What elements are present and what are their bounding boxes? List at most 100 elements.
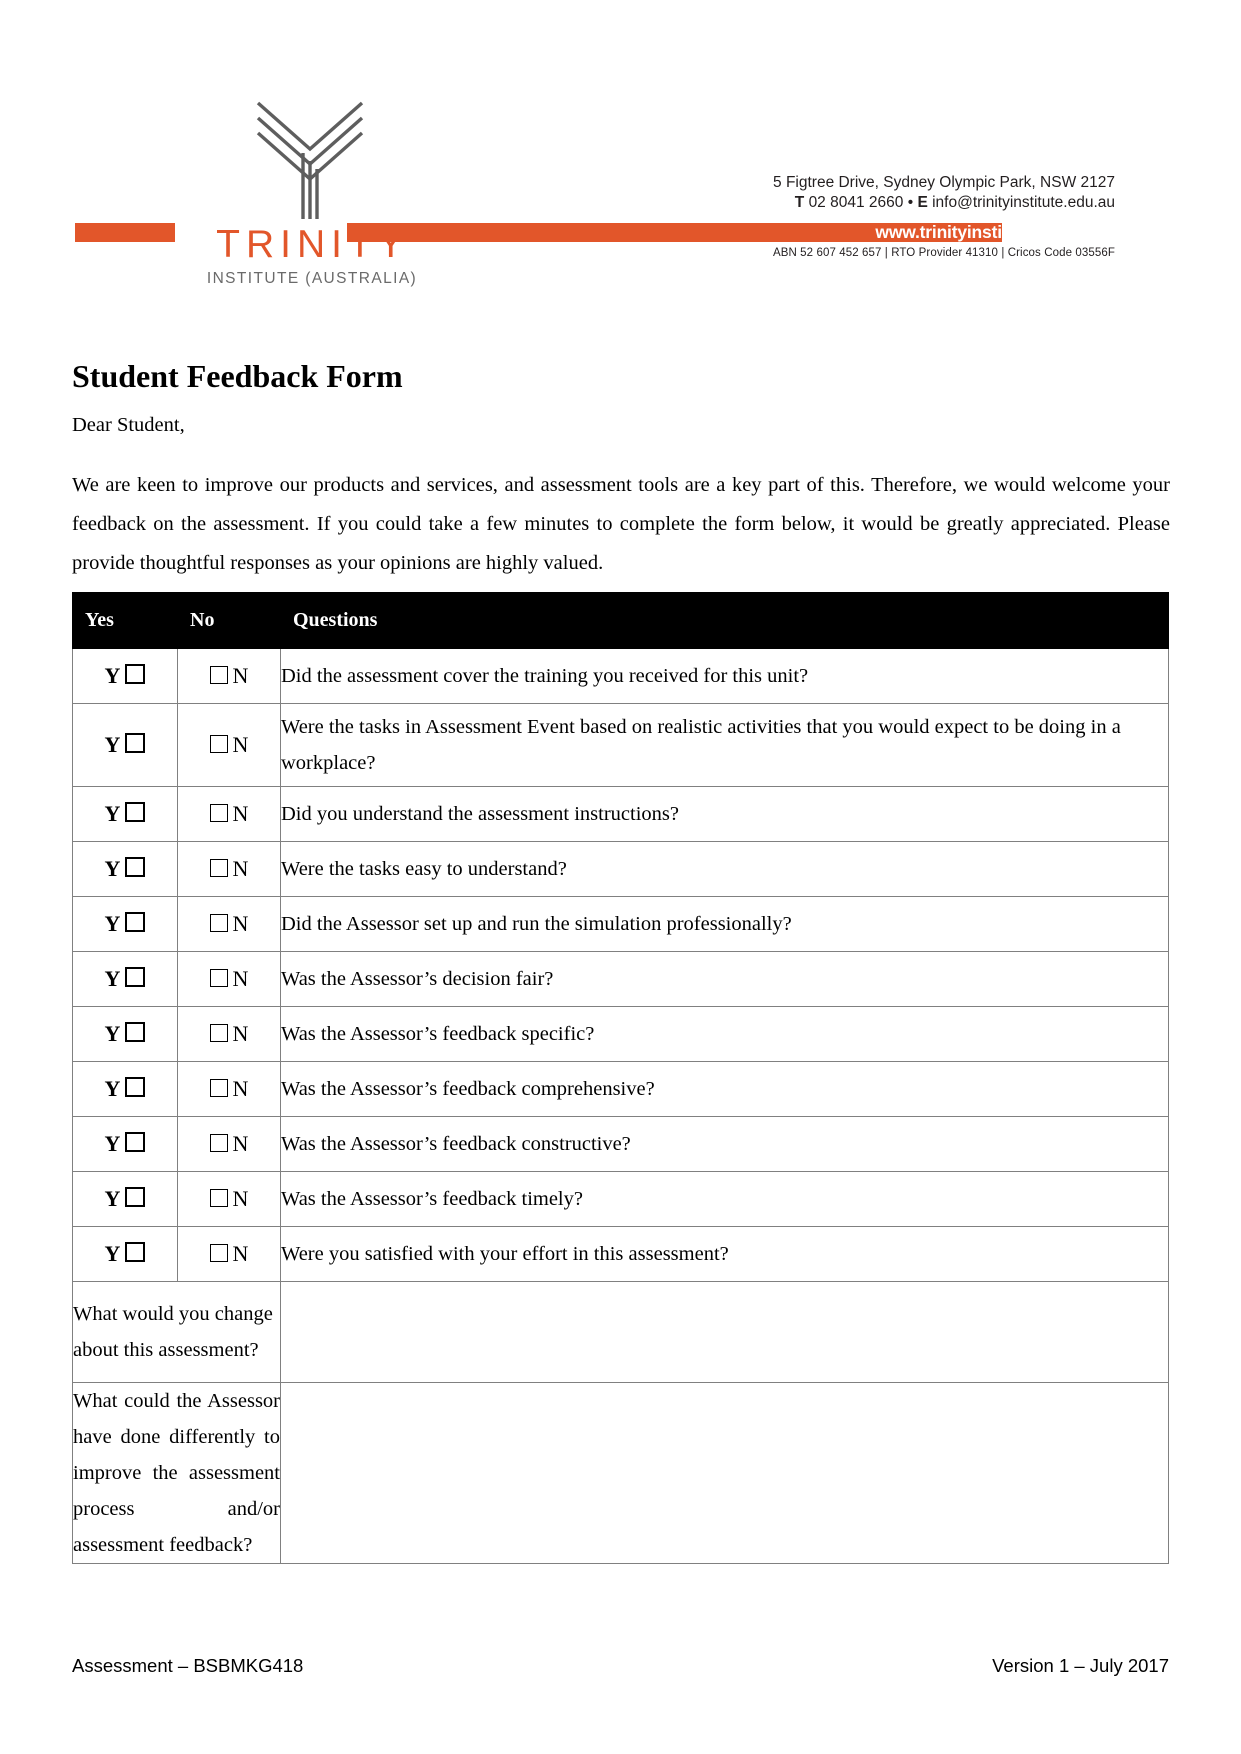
question-text: Did the assessment cover the training yo… bbox=[280, 648, 1169, 704]
abn-rto-cricos-line: ABN 52 607 452 657 | RTO Provider 41310 … bbox=[772, 247, 1115, 259]
email-address: info@trinityinstitute.edu.au bbox=[932, 194, 1115, 211]
open-question-answer-field[interactable] bbox=[280, 1382, 1169, 1564]
no-checkbox-icon[interactable] bbox=[209, 1024, 228, 1042]
phone-number: 02 8041 2660 bbox=[808, 194, 904, 211]
yes-checkbox-cell[interactable]: Y bbox=[72, 1061, 178, 1117]
yes-checkbox-cell[interactable]: Y bbox=[72, 841, 178, 897]
trinity-chevron-logo-icon bbox=[256, 101, 364, 219]
yes-checkbox-cell[interactable]: Y bbox=[72, 1006, 178, 1062]
no-checkbox-icon[interactable] bbox=[209, 666, 228, 684]
no-checkbox-icon[interactable] bbox=[209, 969, 228, 987]
no-checkbox-icon[interactable] bbox=[209, 1189, 228, 1207]
open-question-label: What could the Assessor have done differ… bbox=[72, 1382, 281, 1564]
no-checkbox-icon[interactable] bbox=[209, 804, 228, 822]
table-row: Y N Did the assessment cover the trainin… bbox=[72, 648, 1169, 704]
table-row: Y N Were the tasks in Assessment Event b… bbox=[72, 703, 1169, 787]
page-footer: Assessment – BSBMKG418 Version 1 – July … bbox=[72, 1655, 1169, 1677]
no-checkbox-cell[interactable]: N bbox=[177, 786, 281, 842]
page-title: Student Feedback Form bbox=[72, 358, 403, 395]
letterhead: TRINITY INSTITUTE (AUSTRALIA) 5 Figtree … bbox=[75, 95, 1115, 295]
question-text: Were you satisfied with your effort in t… bbox=[280, 1226, 1169, 1282]
table-row: Y N Was the Assessor’s decision fair? bbox=[72, 951, 1169, 1007]
no-label: N bbox=[232, 856, 249, 881]
no-checkbox-cell[interactable]: N bbox=[177, 1226, 281, 1282]
open-question-answer-field[interactable] bbox=[280, 1281, 1169, 1383]
no-checkbox-icon[interactable] bbox=[209, 1134, 228, 1152]
email-label: E bbox=[917, 194, 928, 211]
yes-checkbox-icon[interactable] bbox=[125, 1077, 146, 1097]
no-checkbox-icon[interactable] bbox=[209, 859, 228, 877]
yes-checkbox-icon[interactable] bbox=[125, 912, 146, 932]
yes-checkbox-cell[interactable]: Y bbox=[72, 1171, 178, 1227]
table-header: Yes No Questions bbox=[72, 592, 1169, 649]
yes-label: Y bbox=[104, 801, 121, 826]
no-checkbox-cell[interactable]: N bbox=[177, 1171, 281, 1227]
yes-checkbox-icon[interactable] bbox=[125, 1132, 146, 1152]
yes-label: Y bbox=[104, 1076, 121, 1101]
yes-label: Y bbox=[104, 1241, 121, 1266]
header-questions: Questions bbox=[280, 592, 1169, 649]
table-row: Y N Were you satisfied with your effort … bbox=[72, 1226, 1169, 1282]
yes-checkbox-cell[interactable]: Y bbox=[72, 703, 178, 787]
no-checkbox-icon[interactable] bbox=[209, 735, 228, 753]
table-row: Y N Were the tasks easy to understand? bbox=[72, 841, 1169, 897]
question-text: Was the Assessor’s feedback specific? bbox=[280, 1006, 1169, 1062]
table-row: Y N Was the Assessor’s feedback timely? bbox=[72, 1171, 1169, 1227]
question-text: Was the Assessor’s decision fair? bbox=[280, 951, 1169, 1007]
yes-checkbox-cell[interactable]: Y bbox=[72, 896, 178, 952]
no-checkbox-cell[interactable]: N bbox=[177, 896, 281, 952]
no-checkbox-cell[interactable]: N bbox=[177, 648, 281, 704]
yes-checkbox-cell[interactable]: Y bbox=[72, 951, 178, 1007]
footer-version: Version 1 – July 2017 bbox=[992, 1655, 1169, 1676]
logo-subtitle: INSTITUTE (AUSTRALIA) bbox=[206, 269, 418, 287]
no-checkbox-cell[interactable]: N bbox=[177, 703, 281, 787]
no-checkbox-cell[interactable]: N bbox=[177, 1061, 281, 1117]
no-checkbox-cell[interactable]: N bbox=[177, 1006, 281, 1062]
table-row: Y N Was the Assessor’s feedback specific… bbox=[72, 1006, 1169, 1062]
yes-checkbox-icon[interactable] bbox=[125, 733, 146, 753]
yes-checkbox-icon[interactable] bbox=[125, 802, 146, 822]
yes-label: Y bbox=[104, 732, 121, 757]
yes-checkbox-icon[interactable] bbox=[125, 1022, 146, 1042]
website-url[interactable]: www.trinityinstitute.edu.au bbox=[875, 223, 1093, 242]
no-label: N bbox=[232, 966, 249, 991]
table-header-row: Yes No Questions bbox=[72, 592, 1169, 649]
yes-checkbox-icon[interactable] bbox=[125, 1187, 146, 1207]
yes-checkbox-icon[interactable] bbox=[125, 664, 146, 684]
no-label: N bbox=[232, 732, 249, 757]
yes-label: Y bbox=[104, 1131, 121, 1156]
yes-checkbox-cell[interactable]: Y bbox=[72, 1116, 178, 1172]
table-row: Y N Was the Assessor’s feedback construc… bbox=[72, 1116, 1169, 1172]
open-question-row: What would you change about this assessm… bbox=[72, 1281, 1169, 1383]
no-label: N bbox=[232, 663, 249, 688]
no-checkbox-cell[interactable]: N bbox=[177, 841, 281, 897]
question-text: Was the Assessor’s feedback constructive… bbox=[280, 1116, 1169, 1172]
no-checkbox-icon[interactable] bbox=[209, 1079, 228, 1097]
salutation: Dear Student, bbox=[72, 414, 185, 436]
yes-checkbox-cell[interactable]: Y bbox=[72, 1226, 178, 1282]
header-no: No bbox=[177, 592, 281, 649]
table-row: Y N Was the Assessor’s feedback comprehe… bbox=[72, 1061, 1169, 1117]
yes-checkbox-icon[interactable] bbox=[125, 857, 146, 877]
phone-email-line: T 02 8041 2660 • E info@trinityinstitute… bbox=[685, 193, 1115, 213]
table-row: Y N Did you understand the assessment in… bbox=[72, 786, 1169, 842]
no-label: N bbox=[232, 1021, 249, 1046]
yes-label: Y bbox=[104, 911, 121, 936]
no-checkbox-icon[interactable] bbox=[209, 914, 228, 932]
yes-checkbox-cell[interactable]: Y bbox=[72, 786, 178, 842]
footer-assessment-code: Assessment – BSBMKG418 bbox=[72, 1655, 304, 1676]
no-checkbox-cell[interactable]: N bbox=[177, 1116, 281, 1172]
phone-label: T bbox=[794, 194, 805, 211]
yes-label: Y bbox=[104, 663, 121, 688]
feedback-table: Yes No Questions Y N Did the assessment … bbox=[72, 592, 1169, 1564]
yes-checkbox-icon[interactable] bbox=[125, 1242, 146, 1262]
no-checkbox-icon[interactable] bbox=[209, 1244, 228, 1262]
no-checkbox-cell[interactable]: N bbox=[177, 951, 281, 1007]
header-yes: Yes bbox=[72, 592, 178, 649]
no-label: N bbox=[232, 1186, 249, 1211]
yes-label: Y bbox=[104, 966, 121, 991]
question-text: Was the Assessor’s feedback timely? bbox=[280, 1171, 1169, 1227]
yes-checkbox-icon[interactable] bbox=[125, 967, 146, 987]
open-question-label: What would you change about this assessm… bbox=[72, 1281, 281, 1383]
yes-checkbox-cell[interactable]: Y bbox=[72, 648, 178, 704]
